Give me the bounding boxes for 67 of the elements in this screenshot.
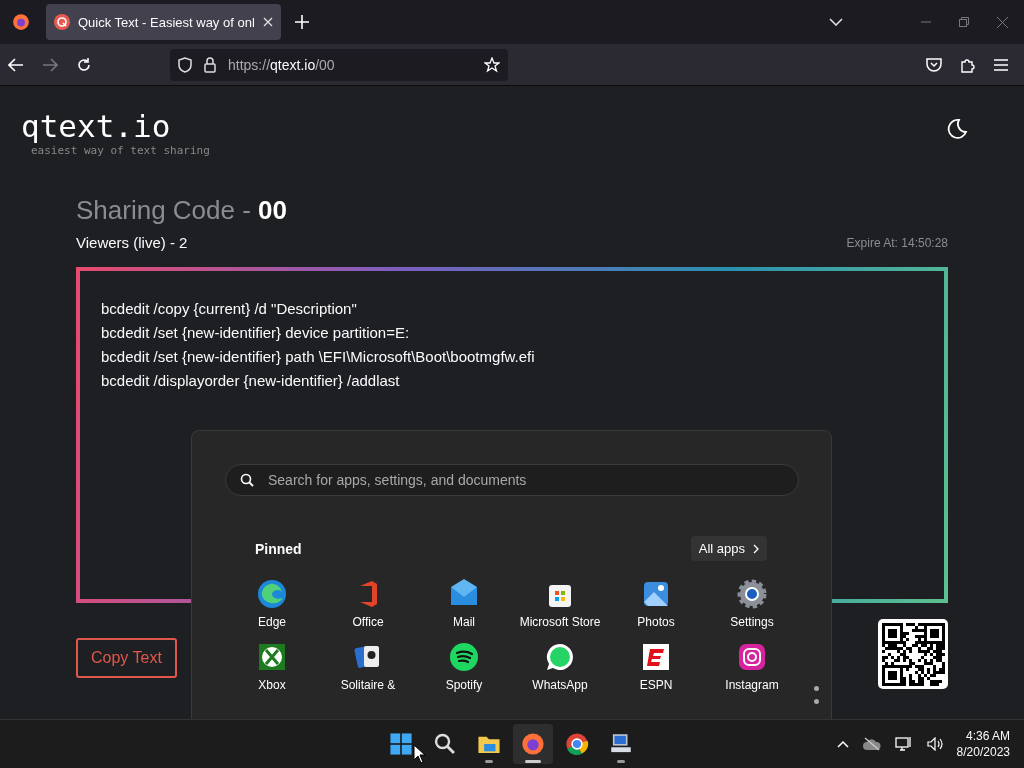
edge-icon <box>256 578 288 610</box>
pinned-app[interactable]: WhatsApp <box>512 641 608 692</box>
text-line: bcdedit /set {new-identifier} device partition=E: <box>101 323 411 343</box>
pinned-app[interactable]: Instagram <box>704 641 800 692</box>
back-icon[interactable] <box>8 57 24 72</box>
lock-icon[interactable] <box>204 56 216 73</box>
start-icon <box>388 731 414 757</box>
volume-icon[interactable] <box>926 737 943 751</box>
text-line: bcdedit /copy {current} /d "Description" <box>101 299 358 319</box>
pinned-app[interactable]: ESPN <box>608 641 704 692</box>
spotify-icon <box>448 641 480 673</box>
site-tagline: easiest way of text sharing <box>31 144 210 157</box>
puzzle-icon[interactable] <box>960 56 976 73</box>
pinned-app[interactable]: Solitaire & <box>320 641 416 692</box>
q-logo-icon <box>54 14 70 30</box>
viewers-count: Viewers (live) - 2 <box>76 234 188 251</box>
star-icon[interactable] <box>484 56 500 73</box>
forward-icon[interactable] <box>42 57 58 72</box>
page-dots-icon[interactable] <box>814 686 819 704</box>
search-icon <box>432 731 458 757</box>
chevron-down-icon[interactable] <box>829 18 843 26</box>
site-logo[interactable]: qtext.io <box>21 108 210 144</box>
taskbar-button[interactable] <box>513 724 553 764</box>
pocket-icon[interactable] <box>926 57 942 72</box>
clock-time[interactable]: 4:36 AM <box>965 728 1010 744</box>
browser-tab[interactable]: Quick Text - Easiest way of onl <box>46 4 281 40</box>
network-icon[interactable] <box>894 736 913 752</box>
tab-title: Quick Text - Easiest way of onl <box>78 14 255 30</box>
chrome-icon <box>564 731 590 757</box>
pinned-app[interactable]: Microsoft Store <box>512 578 608 629</box>
firefox-icon[interactable] <box>12 13 30 31</box>
pinned-app[interactable]: Mail <box>416 578 512 629</box>
copy-text-button[interactable]: Copy Text <box>76 638 177 678</box>
chevron-up-icon[interactable] <box>836 740 849 748</box>
pinned-app[interactable]: Office <box>320 578 416 629</box>
pinned-app[interactable]: Edge <box>224 578 320 629</box>
text-line: bcdedit /displayorder {new-identifier} /addlast <box>101 371 401 391</box>
new-tab-icon[interactable] <box>294 15 309 29</box>
reload-icon[interactable] <box>76 56 92 73</box>
clock-date[interactable]: 8/20/2023 <box>956 744 1010 760</box>
xbox-icon <box>256 641 288 673</box>
sharing-code: Sharing Code - 00 <box>76 195 289 226</box>
url-text: https://qtext.io/00 <box>228 56 335 73</box>
pinned-heading: Pinned <box>255 540 302 557</box>
shield-icon[interactable] <box>178 56 192 73</box>
chevron-right-icon <box>753 543 759 554</box>
moon-icon[interactable] <box>946 118 968 140</box>
cloud-off-icon[interactable] <box>862 737 881 751</box>
qr-code-icon[interactable] <box>878 619 948 689</box>
expire-time: Expire At: 14:50:28 <box>846 235 948 250</box>
all-apps-button[interactable]: All apps <box>690 536 767 561</box>
pinned-app[interactable]: Xbox <box>224 641 320 692</box>
start-search-field[interactable]: Search for apps, settings, and documents <box>225 464 799 496</box>
espn-icon <box>640 641 672 673</box>
restore-icon[interactable] <box>959 17 969 27</box>
address-bar[interactable]: https://qtext.io/00 <box>170 48 508 81</box>
gear-icon <box>736 578 768 610</box>
menu-icon[interactable] <box>994 58 1008 71</box>
mouse-cursor-icon <box>413 744 425 764</box>
firefox-icon <box>520 731 546 757</box>
pinned-app[interactable]: Settings <box>704 578 800 629</box>
pinned-app[interactable]: Spotify <box>416 641 512 692</box>
pinned-app[interactable]: Photos <box>608 578 704 629</box>
text-line: bcdedit /set {new-identifier} path \EFI\Microsoft\Boot\bootmgfw.efi <box>101 347 536 367</box>
chat-icon <box>544 641 576 673</box>
close-icon[interactable] <box>997 16 1008 28</box>
camera-icon <box>736 641 768 673</box>
